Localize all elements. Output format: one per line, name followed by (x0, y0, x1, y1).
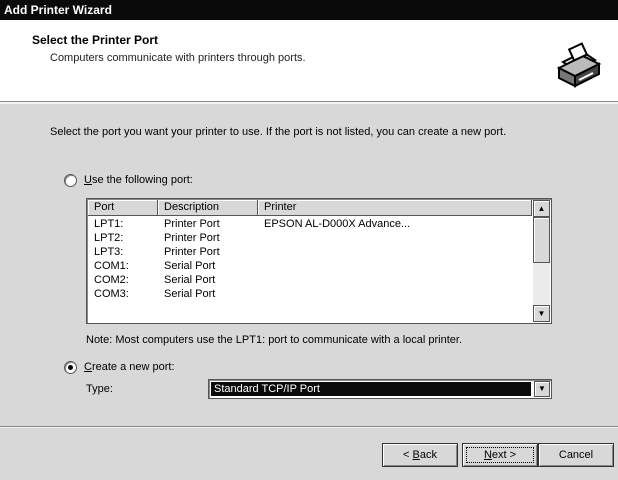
create-new-port-radio[interactable] (64, 361, 77, 374)
scroll-up-icon[interactable]: ▲ (533, 200, 550, 217)
port-cell: COM3: (94, 288, 129, 300)
add-printer-wizard-window: Add Printer Wizard Select the Printer Po… (0, 0, 618, 480)
radio-selected-dot (68, 365, 73, 370)
back-button[interactable]: < Back (382, 443, 458, 467)
description-cell: Serial Port (164, 260, 216, 272)
port-cell: LPT2: (94, 232, 124, 244)
table-row[interactable]: LPT2: Printer Port (88, 231, 532, 245)
description-cell: Printer Port (164, 232, 220, 244)
ports-list-scrollbar[interactable]: ▲ ▼ (533, 200, 550, 322)
description-cell: Serial Port (164, 288, 216, 300)
cancel-button[interactable]: Cancel (538, 443, 614, 467)
port-cell: COM1: (94, 260, 129, 272)
printer-cell: EPSON AL-D000X Advance... (264, 218, 411, 230)
column-header-description[interactable]: Description (158, 200, 258, 216)
port-type-select[interactable]: Standard TCP/IP Port ▼ (208, 379, 552, 399)
page-title: Select the Printer Port (32, 33, 159, 47)
printer-icon (553, 42, 603, 92)
table-row[interactable]: LPT1: Printer Port EPSON AL-D000X Advanc… (88, 217, 532, 231)
header-divider (0, 102, 618, 104)
scroll-down-icon[interactable]: ▼ (533, 305, 550, 322)
port-type-label: Type: (86, 383, 113, 395)
ports-list-header: Port Description Printer (88, 200, 532, 216)
port-cell: COM2: (94, 274, 129, 286)
use-existing-port-label[interactable]: Use the following port: (84, 174, 193, 186)
instruction-text: Select the port you want your printer to… (50, 126, 507, 138)
table-row[interactable]: LPT3: Printer Port (88, 245, 532, 259)
table-row[interactable]: COM3: Serial Port (88, 287, 532, 301)
printer-cell (258, 259, 532, 273)
window-title: Add Printer Wizard (4, 3, 112, 17)
wizard-header: Select the Printer Port Computers commun… (0, 20, 618, 102)
table-row[interactable]: COM1: Serial Port (88, 259, 532, 273)
chevron-down-icon[interactable]: ▼ (534, 381, 550, 397)
page-subtitle: Computers communicate with printers thro… (50, 52, 306, 64)
lpt1-note: Note: Most computers use the LPT1: port … (86, 334, 463, 346)
create-new-port-label[interactable]: Create a new port: (84, 361, 175, 373)
port-cell: LPT3: (94, 246, 124, 258)
printer-cell (258, 245, 532, 259)
description-cell: Serial Port (164, 274, 216, 286)
port-cell: LPT1: (94, 218, 124, 230)
column-header-port[interactable]: Port (88, 200, 158, 216)
table-row[interactable]: COM2: Serial Port (88, 273, 532, 287)
title-bar: Add Printer Wizard (0, 0, 618, 20)
description-cell: Printer Port (164, 246, 220, 258)
printer-cell (258, 287, 532, 301)
printer-cell (258, 273, 532, 287)
use-existing-port-radio[interactable] (64, 174, 77, 187)
ports-list-rows: LPT1: Printer Port EPSON AL-D000X Advanc… (88, 217, 532, 301)
printer-cell (258, 231, 532, 245)
description-cell: Printer Port (164, 218, 220, 230)
column-header-printer[interactable]: Printer (258, 200, 532, 216)
port-type-value: Standard TCP/IP Port (211, 382, 531, 396)
next-button[interactable]: Next > (462, 443, 538, 467)
ports-list[interactable]: Port Description Printer LPT1: Printer P… (86, 198, 552, 324)
scroll-thumb[interactable] (533, 217, 550, 263)
footer-divider-highlight (0, 427, 618, 428)
